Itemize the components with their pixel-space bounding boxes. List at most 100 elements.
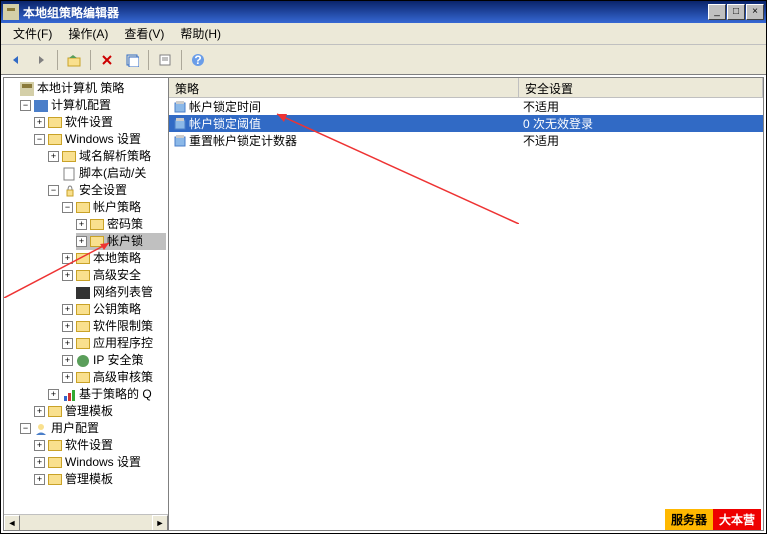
tree-root[interactable]: 本地计算机 策略 xyxy=(6,80,166,97)
refresh-button[interactable] xyxy=(121,49,143,71)
tree-scripts[interactable]: 脚本(启动/关 xyxy=(48,165,166,182)
tree-label: Windows 设置 xyxy=(65,131,141,148)
folder-icon xyxy=(75,286,91,300)
expand-icon[interactable]: + xyxy=(76,219,87,230)
forward-button[interactable] xyxy=(30,49,52,71)
tree-label: 公钥策略 xyxy=(93,301,141,318)
expand-icon[interactable]: + xyxy=(48,389,59,400)
menu-action[interactable]: 操作(A) xyxy=(60,23,116,44)
scroll-right-icon[interactable]: ► xyxy=(152,515,168,530)
tree-computer-config[interactable]: − 计算机配置 xyxy=(20,97,166,114)
tree-user-config[interactable]: −用户配置 xyxy=(20,420,166,437)
policy-item-icon xyxy=(173,100,187,114)
expand-icon[interactable]: + xyxy=(62,372,73,383)
tree-advanced-audit[interactable]: + 高级审核策 xyxy=(62,369,166,386)
scroll-left-icon[interactable]: ◄ xyxy=(4,515,20,530)
collapse-icon[interactable]: − xyxy=(20,100,31,111)
collapse-icon[interactable]: − xyxy=(34,134,45,145)
minimize-button[interactable]: _ xyxy=(708,4,726,20)
tree-label: 计算机配置 xyxy=(51,97,111,114)
menu-file[interactable]: 文件(F) xyxy=(5,23,60,44)
close-button[interactable]: × xyxy=(746,4,764,20)
expand-icon[interactable]: + xyxy=(34,457,45,468)
tree-scrollbar[interactable]: ◄ ► xyxy=(4,514,168,530)
tree-label: 安全设置 xyxy=(79,182,127,199)
delete-button[interactable] xyxy=(96,49,118,71)
tree-lockout-policy[interactable]: +帐户锁 xyxy=(76,233,166,250)
folder-icon xyxy=(47,405,63,419)
tree-label: 本地策略 xyxy=(93,250,141,267)
expand-icon[interactable]: + xyxy=(62,321,73,332)
tree-admin-templates[interactable]: +管理模板 xyxy=(34,403,166,420)
tree-label: 应用程序控 xyxy=(93,335,153,352)
tree-u-windows[interactable]: + Windows 设置 xyxy=(34,454,166,471)
expand-icon[interactable]: + xyxy=(76,236,87,247)
expand-icon[interactable]: + xyxy=(62,253,73,264)
script-icon xyxy=(61,167,77,181)
list-body[interactable]: 帐户锁定时间不适用帐户锁定阈值0 次无效登录重置帐户锁定计数器不适用 xyxy=(169,98,763,530)
list-row[interactable]: 帐户锁定时间不适用 xyxy=(169,98,763,115)
expand-icon[interactable]: + xyxy=(34,117,45,128)
expand-icon[interactable]: + xyxy=(62,338,73,349)
tree-network-list[interactable]: 网络列表管 xyxy=(62,284,166,301)
up-button[interactable] xyxy=(63,49,85,71)
tree-public-key[interactable]: + 公钥策略 xyxy=(62,301,166,318)
tree-local-policy[interactable]: + 本地策略 xyxy=(62,250,166,267)
window-controls: _ □ × xyxy=(707,4,764,20)
tree-password-policy[interactable]: + 密码策 xyxy=(76,216,166,233)
expand-icon[interactable]: + xyxy=(62,304,73,315)
scroll-track[interactable] xyxy=(20,515,152,530)
list-cell-value: 不适用 xyxy=(519,98,763,115)
folder-icon xyxy=(75,252,91,266)
tree-account-policy[interactable]: −帐户策略 xyxy=(62,199,166,216)
tree-windows-settings[interactable]: − Windows 设置 xyxy=(34,131,166,148)
properties-button[interactable] xyxy=(154,49,176,71)
tree-label: 域名解析策略 xyxy=(79,148,151,165)
tree-label: 密码策 xyxy=(107,216,143,233)
collapse-icon[interactable]: − xyxy=(48,185,59,196)
tree-app-control[interactable]: + 应用程序控 xyxy=(62,335,166,352)
expand-icon[interactable]: + xyxy=(62,355,73,366)
tree-label: Windows 设置 xyxy=(65,454,141,471)
expand-icon[interactable]: + xyxy=(34,406,45,417)
expand-icon[interactable]: + xyxy=(48,151,59,162)
tree-software-settings[interactable]: + 软件设置 xyxy=(34,114,166,131)
tree-label: 脚本(启动/关 xyxy=(79,165,146,182)
tree-label: 软件设置 xyxy=(65,114,113,131)
tree-ip-security[interactable]: +IP 安全策 xyxy=(62,352,166,369)
folder-icon xyxy=(47,456,63,470)
folder-icon xyxy=(47,473,63,487)
expand-icon[interactable]: + xyxy=(34,440,45,451)
menu-view[interactable]: 查看(V) xyxy=(116,23,172,44)
tree-dns-policy[interactable]: + 域名解析策略 xyxy=(48,148,166,165)
folder-icon xyxy=(75,303,91,317)
menu-help[interactable]: 帮助(H) xyxy=(172,23,229,44)
column-policy[interactable]: 策略 xyxy=(169,78,519,97)
tree-security-settings[interactable]: − 安全设置 xyxy=(48,182,166,199)
collapse-icon[interactable]: − xyxy=(20,423,31,434)
watermark-part1: 服务器 xyxy=(665,509,713,530)
expand-icon[interactable]: + xyxy=(62,270,73,281)
column-security[interactable]: 安全设置 xyxy=(519,78,763,97)
expand-icon[interactable]: + xyxy=(34,474,45,485)
list-row[interactable]: 重置帐户锁定计数器不适用 xyxy=(169,132,763,149)
tree-label: 网络列表管 xyxy=(93,284,153,301)
tree-policy-based-q[interactable]: +基于策略的 Q xyxy=(48,386,166,403)
list-pane: 策略 安全设置 帐户锁定时间不适用帐户锁定阈值0 次无效登录重置帐户锁定计数器不… xyxy=(169,78,763,530)
watermark: 服务器 大本营 xyxy=(665,509,761,530)
help-button[interactable]: ? xyxy=(187,49,209,71)
maximize-button[interactable]: □ xyxy=(727,4,745,20)
tree-label: 高级审核策 xyxy=(93,369,153,386)
collapse-icon[interactable]: − xyxy=(62,202,73,213)
list-row[interactable]: 帐户锁定阈值0 次无效登录 xyxy=(169,115,763,132)
tree-u-admin[interactable]: + 管理模板 xyxy=(34,471,166,488)
tree-label: 软件限制策 xyxy=(93,318,153,335)
tree-software-restrict[interactable]: + 软件限制策 xyxy=(62,318,166,335)
toolbar-separator xyxy=(148,50,149,70)
tree-advanced-security[interactable]: +高级安全 xyxy=(62,267,166,284)
back-button[interactable] xyxy=(5,49,27,71)
tree-label: 管理模板 xyxy=(65,471,113,488)
folder-icon xyxy=(75,337,91,351)
tree-pane[interactable]: 本地计算机 策略 − 计算机配置 + 软件设置 xyxy=(4,78,169,530)
tree-u-software[interactable]: +软件设置 xyxy=(34,437,166,454)
